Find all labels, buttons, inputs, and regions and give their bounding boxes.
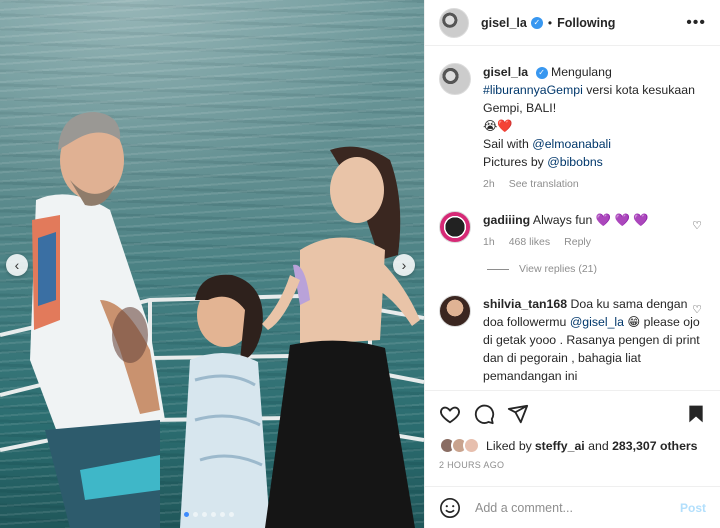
add-comment-bar: Add a comment... Post	[425, 486, 720, 528]
header-separator: •	[547, 15, 553, 30]
sail-mention[interactable]: @elmoanabali	[532, 137, 611, 151]
saved-bookmark-icon[interactable]	[686, 404, 706, 424]
author-avatar[interactable]	[439, 63, 471, 95]
carousel-dot	[229, 512, 234, 517]
liker-username[interactable]: steffy_ai	[535, 439, 585, 453]
post-photo[interactable]: ‹ ›	[0, 0, 424, 528]
sail-prefix: Sail with	[483, 137, 533, 151]
likes-middle: and	[584, 438, 613, 453]
replies-divider	[487, 268, 509, 270]
liker-avatars	[439, 437, 480, 454]
comments-list[interactable]: gisel_la ✓ Mengulang #liburannyaGempi ve…	[425, 47, 720, 390]
caption-age: 2h	[483, 178, 495, 190]
carousel-dot	[193, 512, 198, 517]
chevron-left-icon: ‹	[14, 257, 20, 273]
view-replies-label: View replies (21)	[519, 263, 598, 275]
caption: gisel_la ✓ Mengulang #liburannyaGempi ve…	[439, 63, 706, 193]
woman-figure	[262, 146, 420, 528]
comment-text: Always fun 💜 💜 💜	[532, 213, 649, 227]
share-icon[interactable]	[507, 403, 529, 425]
comment-input[interactable]: Add a comment...	[475, 501, 680, 515]
carousel-next-button[interactable]: ›	[393, 254, 415, 276]
carousel-dots	[184, 512, 234, 517]
photo-scene	[0, 112, 424, 528]
author-username[interactable]: gisel_la	[481, 16, 527, 30]
verified-badge-icon: ✓	[530, 16, 543, 29]
emoji-icon[interactable]	[439, 497, 461, 519]
caption-hashtag[interactable]: #liburannyaGempi	[483, 83, 583, 97]
comment-item: shilvia_tan168 Doa ku sama dengan doa fo…	[439, 295, 706, 385]
caption-username[interactable]: gisel_la	[483, 65, 528, 79]
likes-count[interactable]: 283,307 others	[612, 439, 697, 453]
man-figure	[30, 112, 165, 528]
caption-text: Mengulang	[550, 65, 612, 79]
following-button[interactable]: Following	[557, 16, 615, 30]
comment-username[interactable]: shilvia_tan168	[483, 297, 567, 311]
liker-avatar	[463, 437, 480, 454]
author-avatar[interactable]	[439, 7, 469, 38]
post-timestamp[interactable]: 2 HOURS AGO	[439, 460, 706, 470]
likes-prefix: Liked by	[486, 438, 532, 453]
pictures-prefix: Pictures by	[483, 155, 548, 169]
post-header: gisel_la ✓ • Following •••	[425, 0, 720, 46]
girl-figure	[180, 274, 270, 528]
verified-badge-icon: ✓	[535, 66, 548, 79]
view-replies-button[interactable]: View replies (21)	[487, 263, 706, 275]
comment-username[interactable]: gadiiing	[483, 213, 530, 227]
post-comment-button[interactable]: Post	[680, 501, 706, 515]
pictures-mention[interactable]: @bibobns	[547, 155, 603, 169]
comment-mention[interactable]: @gisel_la	[570, 315, 624, 329]
commenter-avatar[interactable]	[439, 211, 471, 243]
comment-age: 1h	[483, 236, 495, 248]
see-translation-link[interactable]: See translation	[509, 175, 579, 193]
likes-summary: Liked by steffy_ai and 283,307 others	[439, 437, 706, 454]
carousel-dot	[211, 512, 216, 517]
carousel-prev-button[interactable]: ‹	[6, 254, 28, 276]
comment-item: gadiiing Always fun 💜 💜 💜 1h 468 likes R…	[439, 211, 706, 251]
more-horizontal-icon[interactable]: •••	[686, 14, 706, 32]
commenter-avatar[interactable]	[439, 295, 471, 327]
reply-button[interactable]: Reply	[564, 233, 591, 251]
like-heart-icon[interactable]	[439, 403, 461, 425]
post-actions: Liked by steffy_ai and 283,307 others 2 …	[425, 390, 720, 470]
caption-emojis: 😭❤️	[483, 119, 513, 133]
carousel-dot	[220, 512, 225, 517]
post-side-panel: gisel_la ✓ • Following ••• gisel_la ✓ Me…	[424, 0, 720, 528]
carousel-dot	[184, 512, 189, 517]
comment-icon[interactable]	[473, 403, 495, 425]
comment-like-heart-icon[interactable]: ♡	[692, 303, 702, 316]
carousel-dot	[202, 512, 207, 517]
comment-like-heart-icon[interactable]: ♡	[692, 219, 702, 232]
comment-likes[interactable]: 468 likes	[509, 233, 550, 251]
chevron-right-icon: ›	[401, 257, 407, 273]
